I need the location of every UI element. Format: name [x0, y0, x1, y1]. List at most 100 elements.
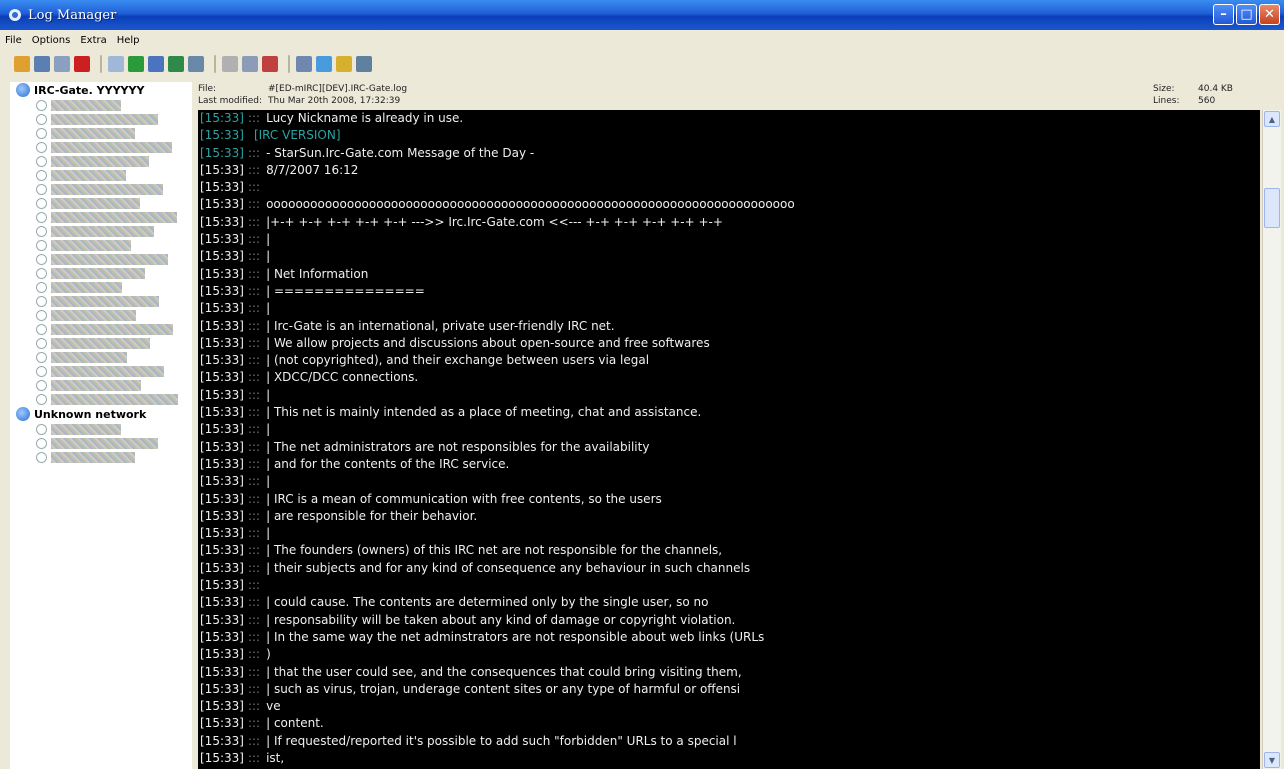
network-node[interactable]: Unknown network — [10, 406, 192, 422]
channel-item[interactable] — [10, 422, 192, 436]
toolbar — [0, 52, 1284, 76]
log-separator: ::: — [247, 456, 261, 471]
export-icon[interactable] — [296, 56, 312, 72]
log-timestamp: [15:33] — [200, 335, 244, 350]
log-timestamp: [15:33] — [200, 629, 244, 644]
log-timestamp: [15:33] — [200, 318, 244, 333]
refresh-icon[interactable] — [128, 56, 144, 72]
log-text: | could cause. The contents are determin… — [266, 595, 709, 610]
channel-item[interactable] — [10, 98, 192, 112]
scroll-thumb[interactable] — [1264, 188, 1280, 228]
channel-item[interactable] — [10, 224, 192, 238]
channel-item[interactable] — [10, 266, 192, 280]
log-separator: ::: — [247, 353, 261, 368]
mail-icon[interactable] — [356, 56, 372, 72]
log-timestamp: [15:33] — [200, 232, 244, 247]
channel-item[interactable] — [10, 436, 192, 450]
log-text: | responsability will be taken about any… — [266, 612, 736, 627]
channel-item[interactable] — [10, 154, 192, 168]
log-text: | IRC is a mean of communication with fr… — [266, 491, 662, 506]
log-separator: ::: — [247, 716, 261, 731]
log-separator: ::: — [247, 508, 261, 523]
close-button[interactable]: ✕ — [1259, 4, 1280, 25]
tag-icon[interactable] — [316, 56, 332, 72]
channel-item[interactable] — [10, 168, 192, 182]
copy-icon[interactable] — [54, 56, 70, 72]
scroll-down-icon[interactable]: ▼ — [1264, 752, 1280, 768]
log-text: | The founders (owners) of this IRC net … — [266, 543, 723, 558]
redacted-channel-name — [51, 155, 149, 167]
log-text: [IRC VERSION] — [253, 128, 341, 143]
channel-item[interactable] — [10, 364, 192, 378]
log-line: [15:33]::: | This net is mainly intended … — [198, 404, 1260, 421]
channel-item[interactable] — [10, 140, 192, 154]
minimize-button[interactable]: – — [1213, 4, 1234, 25]
log-separator: ::: — [247, 145, 261, 160]
network-tree[interactable]: IRC-Gate. YYYYYY Unknown network — [10, 82, 192, 769]
log-text: | — [266, 249, 271, 264]
log-line: [15:33]::: | could cause. The contents ar… — [198, 594, 1260, 611]
log-text: | (not copyrighted), and their exchange … — [266, 353, 650, 368]
log-line: [15:33]::: | — [198, 231, 1260, 248]
channel-item[interactable] — [10, 294, 192, 308]
channel-item[interactable] — [10, 182, 192, 196]
globe-icon[interactable] — [168, 56, 184, 72]
delete-icon[interactable] — [74, 56, 90, 72]
save-icon[interactable] — [34, 56, 50, 72]
log-line: [15:33]::: | The founders (owners) of thi… — [198, 542, 1260, 559]
user-icon[interactable] — [336, 56, 352, 72]
log-separator: ::: — [247, 180, 261, 195]
channel-item[interactable] — [10, 238, 192, 252]
channel-item[interactable] — [10, 196, 192, 210]
log-view[interactable]: [15:33]::: Lucy Nickname is already in us… — [198, 110, 1260, 769]
log-separator: ::: — [247, 526, 261, 541]
redacted-channel-name — [51, 267, 145, 279]
forward-icon[interactable] — [262, 56, 278, 72]
log-separator: ::: — [247, 733, 261, 748]
document-icon[interactable] — [222, 56, 238, 72]
menu-extra[interactable]: Extra — [75, 35, 111, 46]
channel-item[interactable] — [10, 322, 192, 336]
log-line: [15:33]::: | and for the contents of the … — [198, 456, 1260, 473]
scroll-up-icon[interactable]: ▲ — [1264, 111, 1280, 127]
channel-item[interactable] — [10, 336, 192, 350]
log-separator: ::: — [247, 111, 261, 125]
log-timestamp: [15:33] — [200, 145, 244, 160]
log-separator: ::: — [247, 301, 261, 316]
network-node[interactable]: IRC-Gate. YYYYYY — [10, 82, 192, 98]
maximize-button[interactable]: □ — [1236, 4, 1257, 25]
open-folder-icon[interactable] — [14, 56, 30, 72]
channel-item[interactable] — [10, 350, 192, 364]
channel-item[interactable] — [10, 126, 192, 140]
list-icon[interactable] — [188, 56, 204, 72]
view-icon[interactable] — [108, 56, 124, 72]
log-timestamp: [15:33] — [200, 128, 244, 143]
menu-help[interactable]: Help — [112, 35, 145, 46]
log-line: [15:33]::: - StarSun.Irc-Gate.com Message… — [198, 145, 1260, 162]
log-line: [15:33]::: | The net administrators are n… — [198, 439, 1260, 456]
channel-item[interactable] — [10, 450, 192, 464]
toolbar-separator — [100, 55, 102, 73]
channel-item[interactable] — [10, 392, 192, 406]
channel-icon — [36, 155, 47, 167]
redacted-channel-name — [51, 211, 177, 223]
channel-item[interactable] — [10, 308, 192, 322]
log-timestamp: [15:33] — [200, 180, 244, 195]
vertical-scrollbar[interactable]: ▲ ▼ — [1262, 110, 1281, 769]
log-line: [15:33]::: — [198, 577, 1260, 594]
channel-item[interactable] — [10, 280, 192, 294]
channel-item[interactable] — [10, 252, 192, 266]
channel-item[interactable] — [10, 210, 192, 224]
size-label: Size: — [1153, 84, 1175, 94]
log-line: [15:33]::: | Net Information — [198, 266, 1260, 283]
log-separator: ::: — [247, 560, 261, 575]
menu-options[interactable]: Options — [27, 35, 76, 46]
channel-icon — [36, 423, 47, 435]
back-icon[interactable] — [242, 56, 258, 72]
channel-item[interactable] — [10, 378, 192, 392]
menu-file[interactable]: File — [0, 35, 27, 46]
search-icon[interactable] — [148, 56, 164, 72]
redacted-channel-name — [51, 365, 164, 377]
channel-item[interactable] — [10, 112, 192, 126]
log-timestamp: [15:33] — [200, 699, 244, 714]
